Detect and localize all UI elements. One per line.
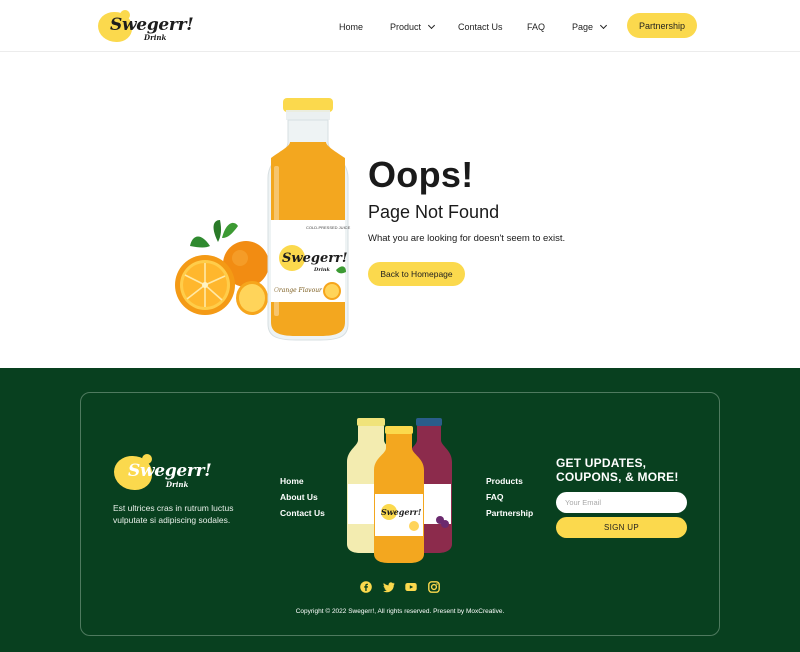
newsletter-email-input[interactable] xyxy=(556,492,687,513)
nav-label: Page xyxy=(572,22,594,32)
svg-text:Drink: Drink xyxy=(313,267,331,273)
footer-link-faq[interactable]: FAQ xyxy=(486,492,503,502)
site-header: Swegerr! Drink Home Product Contact Us F… xyxy=(0,0,800,52)
nav-item-contact-us[interactable]: Contact Us xyxy=(458,20,503,34)
youtube-icon[interactable] xyxy=(405,581,417,593)
nav-label: Home xyxy=(339,22,364,32)
footer-logo[interactable]: Swegerr! Drink xyxy=(112,452,212,494)
nav-item-home[interactable]: Home xyxy=(339,20,363,34)
svg-text:Swegerr!: Swegerr! xyxy=(282,251,348,266)
chevron-down-icon xyxy=(599,21,608,30)
nav-label: Product xyxy=(390,22,422,32)
copyright-text: Copyright © 2022 Swegerr!, All rights re… xyxy=(295,608,505,615)
footer-bottles-image: Swegerr! xyxy=(347,418,452,563)
newsletter-title: GET UPDATES, COUPONS, & MORE! xyxy=(556,456,679,484)
svg-text:Swegerr!: Swegerr! xyxy=(381,507,422,517)
footer-description: Est ultrices cras in rutrum luctus vulpu… xyxy=(113,503,234,525)
logo-tagline: Drink xyxy=(144,33,167,42)
footer-link-contact-us[interactable]: Contact Us xyxy=(280,508,325,518)
nav-item-page[interactable]: Page xyxy=(572,20,608,34)
footer-link-home[interactable]: Home xyxy=(280,476,304,486)
partnership-button[interactable]: Partnership xyxy=(627,13,697,38)
nav-label: FAQ xyxy=(527,22,546,32)
footer-link-products[interactable]: Products xyxy=(486,476,523,486)
instagram-icon[interactable] xyxy=(428,581,440,593)
chevron-down-icon xyxy=(427,21,436,30)
facebook-icon[interactable] xyxy=(360,581,372,593)
logo-wordmark: Swegerr! xyxy=(128,461,212,481)
error-headline: Oops! xyxy=(368,154,474,195)
svg-text:Orange Flavour: Orange Flavour xyxy=(274,287,323,294)
nav-item-faq[interactable]: FAQ xyxy=(527,20,545,34)
twitter-icon[interactable] xyxy=(383,581,395,593)
nav-label: Contact Us xyxy=(458,22,503,32)
footer-link-partnership[interactable]: Partnership xyxy=(486,508,533,518)
logo-wordmark: Swegerr! xyxy=(110,15,194,35)
orange-fruit-image xyxy=(175,220,269,315)
footer-link-about-us[interactable]: About Us xyxy=(280,492,318,502)
back-to-homepage-button[interactable]: Back to Homepage xyxy=(368,262,465,286)
brand-logo[interactable]: Swegerr! Drink xyxy=(96,8,194,46)
juice-bottle-illustration: Swegerr! Drink COLD-PRESSED JUICE Orange… xyxy=(175,98,351,341)
error-title: Page Not Found xyxy=(368,202,500,222)
nav-item-product[interactable]: Product xyxy=(390,20,436,34)
error-message: What you are looking for doesn't seem to… xyxy=(368,233,566,244)
bottle-label-text: COLD-PRESSED JUICE xyxy=(306,225,351,230)
bottle-image: Swegerr! Drink COLD-PRESSED JUICE Orange… xyxy=(267,98,351,341)
sign-up-button[interactable]: SIGN UP xyxy=(556,517,687,538)
logo-tagline: Drink xyxy=(166,480,189,489)
